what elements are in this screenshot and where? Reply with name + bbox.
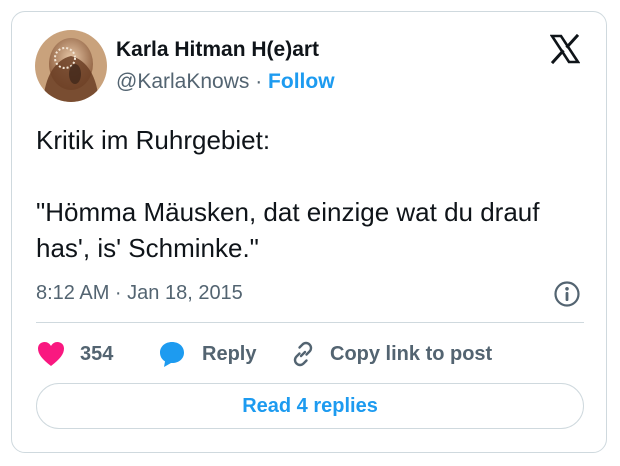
- tweet-line-2: "Hömma Mäusken, dat einzige wat du drauf…: [36, 197, 540, 263]
- heart-icon: [36, 340, 66, 368]
- author-handle[interactable]: @KarlaKnows: [116, 70, 249, 93]
- tweet-timestamp[interactable]: 8:12 AM · Jan 18, 2015: [36, 282, 243, 305]
- divider: [36, 322, 584, 323]
- tweet-text: Kritik im Ruhrgebiet: "Hömma Mäusken, da…: [36, 122, 596, 266]
- like-button[interactable]: 354: [36, 338, 113, 370]
- reply-button[interactable]: Reply: [158, 338, 256, 370]
- copy-link-label: Copy link to post: [330, 342, 493, 365]
- author-handle-row: @KarlaKnows · Follow: [116, 70, 335, 94]
- info-icon[interactable]: [553, 280, 581, 308]
- follow-link[interactable]: Follow: [268, 70, 335, 93]
- read-replies-button[interactable]: Read 4 replies: [36, 383, 584, 429]
- author-name[interactable]: Karla Hitman H(e)art: [116, 38, 319, 62]
- tweet-line-1: Kritik im Ruhrgebiet:: [36, 125, 271, 155]
- like-count: 354: [80, 342, 114, 365]
- handle-separator: ·: [249, 70, 269, 93]
- read-replies-label: Read 4 replies: [242, 394, 378, 417]
- link-icon: [290, 341, 316, 367]
- reply-bubble-icon: [158, 340, 186, 368]
- x-logo-icon[interactable]: [549, 33, 581, 65]
- tweet-card: Karla Hitman H(e)art @KarlaKnows · Follo…: [11, 11, 607, 453]
- reply-label: Reply: [202, 342, 257, 365]
- copy-link-button[interactable]: Copy link to post: [290, 338, 492, 370]
- avatar[interactable]: [35, 30, 107, 102]
